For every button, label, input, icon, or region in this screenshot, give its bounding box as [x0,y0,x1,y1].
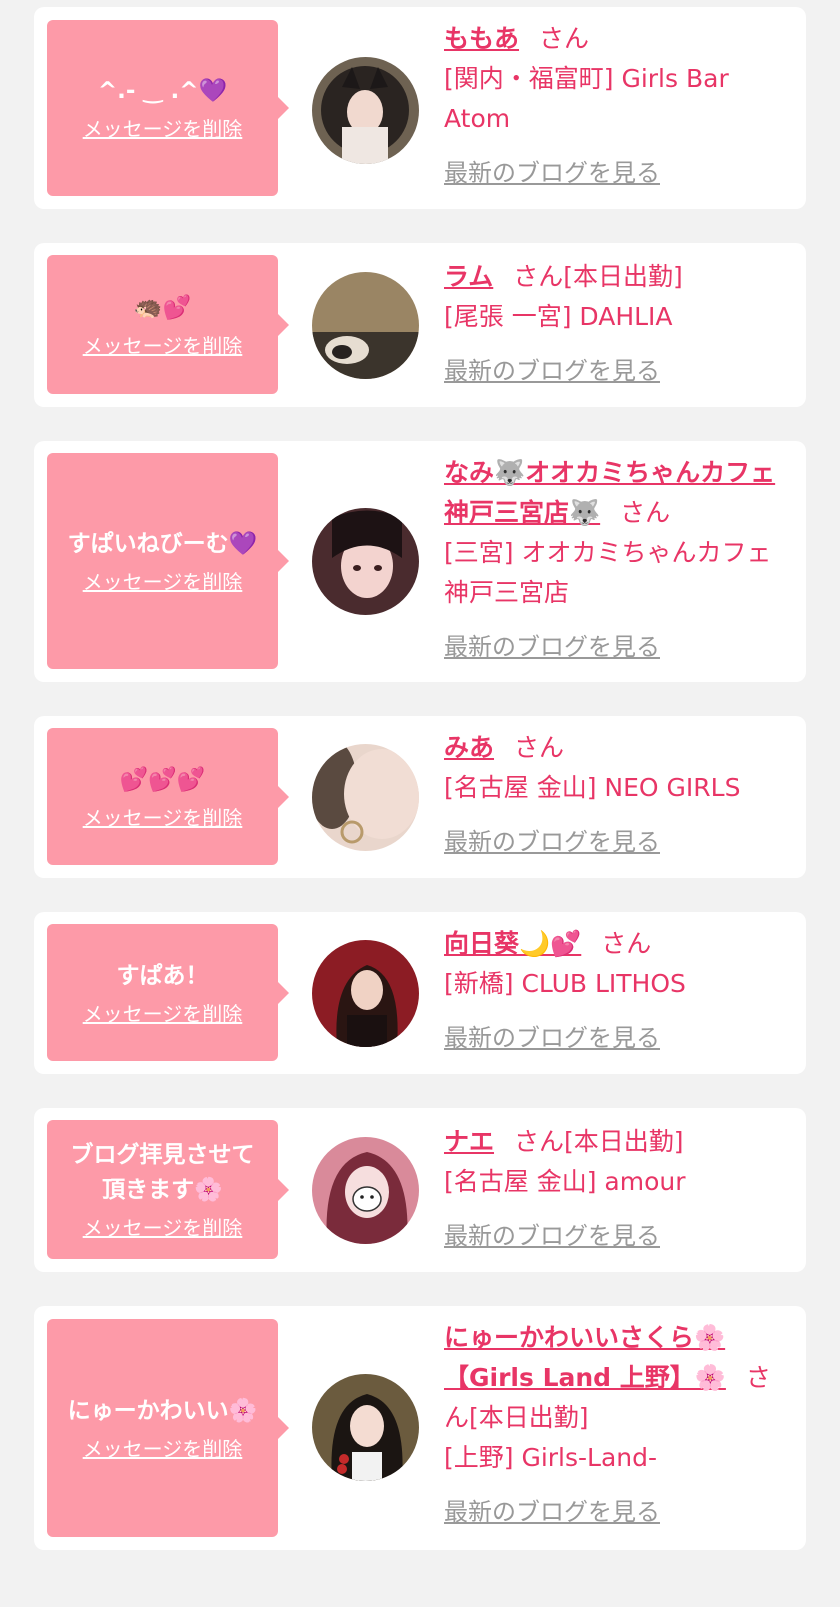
shift-badge: [本日出勤] [564,1127,684,1156]
favorite-card: にゅーかわいい🌸 メッセージを削除 にゅーかわいいさくら🌸【Girls Land… [34,1306,806,1550]
message-text: すぱあ！ [116,962,209,989]
honorific: さん [539,24,590,53]
latest-blog-link[interactable]: 最新のブログを見る [444,1216,789,1256]
shop-info: [尾張 一宮] DAHLIA [444,302,673,331]
shift-badge: [本日出勤] [469,1403,589,1432]
shop-info: [名古屋 金山] amour [444,1167,686,1196]
message-text: 🦔💕 [133,294,192,321]
latest-blog-link[interactable]: 最新のブログを見る [444,351,789,391]
message-text: ブログ拝見させて 頂きます🌸 [70,1142,255,1203]
latest-blog-link[interactable]: 最新のブログを見る [444,1018,789,1058]
message-bubble: 💕💕💕 メッセージを削除 [47,728,289,865]
girl-name-link[interactable]: ラム [444,262,493,291]
avatar[interactable] [312,744,419,851]
delete-message-link[interactable]: メッセージを削除 [83,802,243,831]
avatar[interactable] [312,57,419,164]
honorific: さん [601,929,652,958]
delete-message-link[interactable]: メッセージを削除 [83,113,243,142]
shop-info: [三宮] オオカミちゃんカフェ神戸三宮店 [444,538,772,607]
girl-info: にゅーかわいいさくら🌸【Girls Land 上野】🌸 さん[本日出勤] [上野]… [444,1318,789,1532]
shift-badge: [本日出勤] [563,262,683,291]
honorific: さん [514,1127,565,1156]
girl-info: みあ さん [名古屋 金山] NEO GIRLS 最新のブログを見る [444,728,789,862]
honorific: さん [513,262,564,291]
avatar[interactable] [312,508,419,615]
avatar[interactable] [312,1374,419,1481]
delete-message-link[interactable]: メッセージを削除 [83,1212,243,1241]
latest-blog-link[interactable]: 最新のブログを見る [444,153,789,193]
favorite-card: すぱあ！ メッセージを削除 向日葵🌙💕 さん [新橋] CLUB LITHOS 最… [34,912,806,1074]
shop-info: [新橋] CLUB LITHOS [444,969,686,998]
avatar[interactable] [312,940,419,1047]
honorific: さん [514,733,565,762]
girl-info: なみ🐺オオカミちゃんカフェ神戸三宮店🐺 さん [三宮] オオカミちゃんカフェ神戸三… [444,453,789,667]
favorite-card: 🦔💕 メッセージを削除 ラム さん[本日出勤] [尾張 一宮] DAHLIA 最新… [34,243,806,407]
girl-name-link[interactable]: 向日葵🌙💕 [444,929,581,958]
shop-info: [名古屋 金山] NEO GIRLS [444,773,741,802]
girl-name-link[interactable]: なみ🐺オオカミちゃんカフェ神戸三宮店🐺 [444,458,775,527]
latest-blog-link[interactable]: 最新のブログを見る [444,822,789,862]
shop-info: [関内・福富町] Girls Bar Atom [444,64,729,133]
message-bubble: すぱあ！ メッセージを削除 [47,924,289,1061]
message-bubble: すぱいねびーむ💜 メッセージを削除 [47,453,289,669]
favorite-card: ^.- ‿ .^💜 メッセージを削除 ももあ さん [関内・福富町] Girls … [34,7,806,209]
girl-info: ナエ さん[本日出勤] [名古屋 金山] amour 最新のブログを見る [444,1122,789,1256]
latest-blog-link[interactable]: 最新のブログを見る [444,627,789,667]
latest-blog-link[interactable]: 最新のブログを見る [444,1492,789,1532]
message-bubble: ^.- ‿ .^💜 メッセージを削除 [47,20,289,196]
delete-message-link[interactable]: メッセージを削除 [83,1433,243,1462]
girl-name-link[interactable]: みあ [444,733,494,762]
shop-info: [上野] Girls-Land- [444,1443,658,1472]
favorite-card: ブログ拝見させて 頂きます🌸 メッセージを削除 ナエ さん[本日出勤] [名古屋 … [34,1108,806,1272]
delete-message-link[interactable]: メッセージを削除 [83,566,243,595]
delete-message-link[interactable]: メッセージを削除 [83,330,243,359]
delete-message-link[interactable]: メッセージを削除 [83,998,243,1027]
avatar[interactable] [312,1137,419,1244]
girl-info: ラム さん[本日出勤] [尾張 一宮] DAHLIA 最新のブログを見る [444,257,789,391]
girl-name-link[interactable]: ナエ [444,1127,494,1156]
avatar[interactable] [312,272,419,379]
girl-name-link[interactable]: にゅーかわいいさくら🌸【Girls Land 上野】🌸 [444,1323,726,1392]
message-text: ^.- ‿ .^💜 [97,78,228,104]
message-bubble: ブログ拝見させて 頂きます🌸 メッセージを削除 [47,1120,289,1259]
girl-info: 向日葵🌙💕 さん [新橋] CLUB LITHOS 最新のブログを見る [444,924,789,1058]
girl-name-link[interactable]: ももあ [444,24,519,53]
message-text: すぱいねびーむ💜 [67,531,258,557]
message-text: にゅーかわいい🌸 [67,1398,258,1424]
girl-info: ももあ さん [関内・福富町] Girls Bar Atom 最新のブログを見る [444,19,789,193]
favorite-card: すぱいねびーむ💜 メッセージを削除 なみ🐺オオカミちゃんカフェ神戸三宮店🐺 さん … [34,441,806,682]
message-bubble: にゅーかわいい🌸 メッセージを削除 [47,1319,289,1537]
message-bubble: 🦔💕 メッセージを削除 [47,255,289,394]
favorite-card: 💕💕💕 メッセージを削除 みあ さん [名古屋 金山] NEO GIRLS 最新の… [34,716,806,878]
message-text: 💕💕💕 [119,766,206,793]
honorific: さん [620,498,671,527]
